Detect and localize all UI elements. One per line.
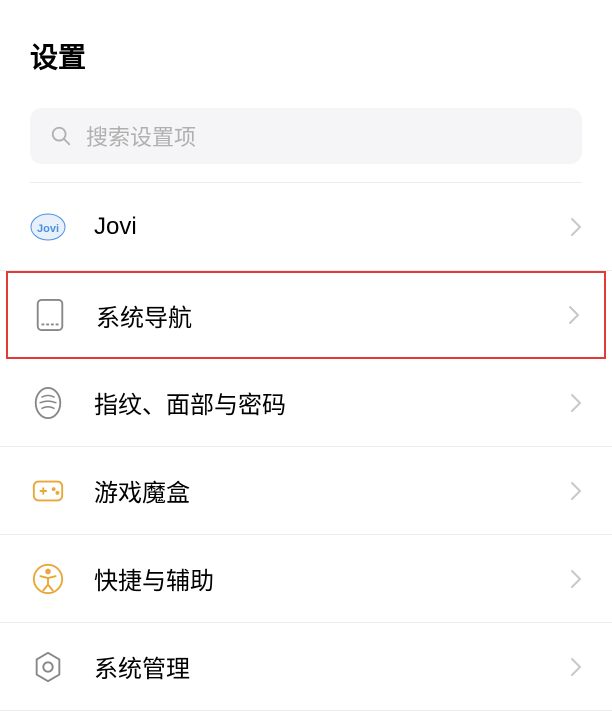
fingerprint-icon bbox=[30, 385, 66, 421]
navigation-icon bbox=[32, 297, 68, 333]
settings-item-label: 系统导航 bbox=[96, 298, 568, 333]
settings-item-label: 快捷与辅助 bbox=[94, 561, 570, 596]
search-icon bbox=[50, 125, 72, 147]
accessibility-icon bbox=[30, 561, 66, 597]
chevron-right-icon bbox=[570, 657, 582, 677]
system-icon bbox=[30, 649, 66, 685]
settings-item-accessibility[interactable]: 快捷与辅助 bbox=[0, 535, 612, 623]
settings-item-label: 指纹、面部与密码 bbox=[94, 385, 570, 420]
gamebox-icon bbox=[30, 473, 66, 509]
settings-item-label: 游戏魔盒 bbox=[94, 473, 570, 508]
settings-item-jovi[interactable]: Jovi Jovi bbox=[0, 183, 612, 271]
jovi-icon: Jovi bbox=[30, 209, 66, 245]
svg-text:Jovi: Jovi bbox=[37, 223, 59, 235]
chevron-right-icon bbox=[570, 217, 582, 237]
search-input[interactable]: 搜索设置项 bbox=[30, 108, 582, 164]
settings-list: Jovi Jovi 系统导航 bbox=[0, 183, 612, 711]
settings-item-system[interactable]: 系统管理 bbox=[0, 623, 612, 711]
settings-item-gamebox[interactable]: 游戏魔盒 bbox=[0, 447, 612, 535]
search-placeholder: 搜索设置项 bbox=[86, 120, 196, 152]
chevron-right-icon bbox=[570, 393, 582, 413]
settings-item-label: 系统管理 bbox=[94, 649, 570, 684]
settings-item-fingerprint[interactable]: 指纹、面部与密码 bbox=[0, 359, 612, 447]
page-title: 设置 bbox=[0, 0, 612, 100]
settings-item-label: Jovi bbox=[94, 213, 570, 241]
chevron-right-icon bbox=[570, 481, 582, 501]
chevron-right-icon bbox=[570, 569, 582, 589]
settings-item-navigation[interactable]: 系统导航 bbox=[6, 271, 606, 359]
chevron-right-icon bbox=[568, 305, 580, 325]
